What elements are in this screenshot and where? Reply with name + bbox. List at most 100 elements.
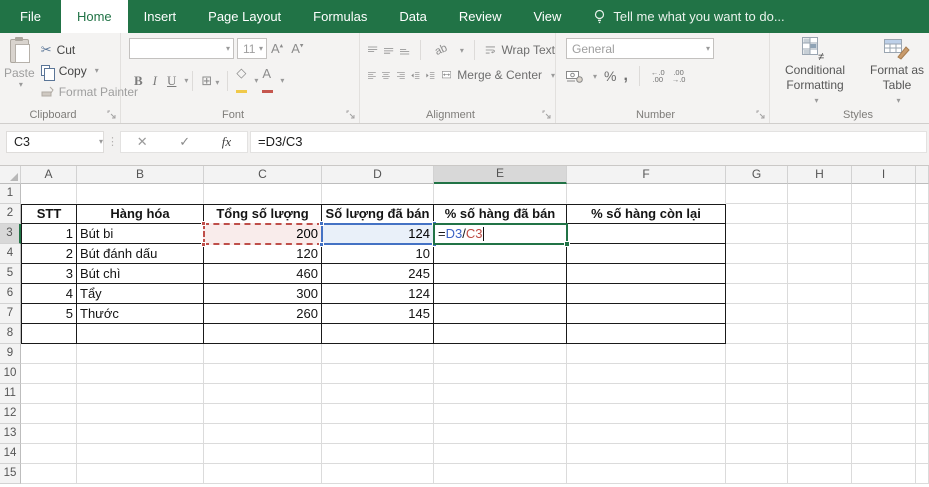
selection-handle[interactable]: [319, 242, 324, 247]
cell-I11[interactable]: [852, 384, 916, 404]
cell-C9[interactable]: [204, 344, 322, 364]
cell-E11[interactable]: [434, 384, 567, 404]
column-header-partial[interactable]: [916, 166, 929, 184]
cell-B8[interactable]: [77, 324, 204, 344]
cell-B9[interactable]: [77, 344, 204, 364]
cell-B13[interactable]: [77, 424, 204, 444]
cell-A10[interactable]: [21, 364, 77, 384]
increase-decimal-button[interactable]: ←.0.00: [651, 69, 665, 83]
cell-F2[interactable]: % số hàng còn lại: [567, 204, 726, 224]
tell-me-box[interactable]: Tell me what you want to do...: [593, 0, 784, 33]
cell-D14[interactable]: [322, 444, 434, 464]
fill-color-button[interactable]: ◇: [232, 65, 251, 96]
cell-H12[interactable]: [788, 404, 852, 424]
increase-indent-icon[interactable]: [426, 70, 435, 81]
cell-F15[interactable]: [567, 464, 726, 484]
cell-I4[interactable]: [852, 244, 916, 264]
cell-C15[interactable]: [204, 464, 322, 484]
cell-I3[interactable]: [852, 224, 916, 244]
cell-D4[interactable]: 10: [322, 244, 434, 264]
row-header-10[interactable]: 10: [0, 364, 21, 384]
cell-H6[interactable]: [788, 284, 852, 304]
cell-G11[interactable]: [726, 384, 788, 404]
cell-D11[interactable]: [322, 384, 434, 404]
cell-F5[interactable]: [567, 264, 726, 284]
cell-G6[interactable]: [726, 284, 788, 304]
cell-E12[interactable]: [434, 404, 567, 424]
cell-B11[interactable]: [77, 384, 204, 404]
column-header-I[interactable]: I: [852, 166, 916, 184]
cell-partial-11[interactable]: [916, 384, 929, 404]
cell-E10[interactable]: [434, 364, 567, 384]
cell-D5[interactable]: 245: [322, 264, 434, 284]
cell-C10[interactable]: [204, 364, 322, 384]
referenced-cell-D3[interactable]: 124: [321, 223, 435, 245]
comma-style-button[interactable]: ,: [623, 72, 627, 80]
selection-handle[interactable]: [201, 242, 206, 247]
cell-F3[interactable]: [567, 224, 726, 244]
cell-F10[interactable]: [567, 364, 726, 384]
decrease-indent-icon[interactable]: [411, 70, 420, 81]
tab-insert[interactable]: Insert: [128, 0, 193, 33]
cell-G4[interactable]: [726, 244, 788, 264]
cell-partial-15[interactable]: [916, 464, 929, 484]
cell-F13[interactable]: [567, 424, 726, 444]
increase-font-size-button[interactable]: A▴: [267, 41, 287, 56]
row-header-14[interactable]: 14: [0, 444, 21, 464]
cell-C12[interactable]: [204, 404, 322, 424]
cell-E15[interactable]: [434, 464, 567, 484]
cell-B7[interactable]: Thước: [77, 304, 204, 324]
tab-page-layout[interactable]: Page Layout: [192, 0, 297, 33]
cell-I10[interactable]: [852, 364, 916, 384]
cell-D10[interactable]: [322, 364, 434, 384]
cell-G14[interactable]: [726, 444, 788, 464]
cell-C2[interactable]: Tổng số lượng: [204, 204, 322, 224]
column-header-E[interactable]: E: [434, 166, 567, 184]
chevron-down-icon[interactable]: ▾: [99, 137, 103, 146]
cell-F1[interactable]: [567, 184, 726, 204]
cell-H13[interactable]: [788, 424, 852, 444]
cell-B3[interactable]: Bút bi: [77, 224, 204, 244]
cell-G15[interactable]: [726, 464, 788, 484]
cell-partial-14[interactable]: [916, 444, 929, 464]
cell-D9[interactable]: [322, 344, 434, 364]
cell-I2[interactable]: [852, 204, 916, 224]
chevron-down-icon[interactable]: ▾: [551, 71, 555, 80]
row-header-2[interactable]: 2: [0, 204, 21, 224]
column-header-F[interactable]: F: [567, 166, 726, 184]
cell-partial-5[interactable]: [916, 264, 929, 284]
cell-B1[interactable]: [77, 184, 204, 204]
bold-button[interactable]: B: [129, 73, 148, 89]
cell-I14[interactable]: [852, 444, 916, 464]
cell-E9[interactable]: [434, 344, 567, 364]
cell-E2[interactable]: % số hàng đã bán: [434, 204, 567, 224]
decrease-font-size-button[interactable]: A▾: [287, 41, 307, 56]
cell-partial-6[interactable]: [916, 284, 929, 304]
cell-D1[interactable]: [322, 184, 434, 204]
cell-H9[interactable]: [788, 344, 852, 364]
cell-H11[interactable]: [788, 384, 852, 404]
cell-G7[interactable]: [726, 304, 788, 324]
cell-C8[interactable]: [204, 324, 322, 344]
orientation-button[interactable]: ab: [429, 40, 452, 59]
cell-A8[interactable]: [21, 324, 77, 344]
cell-D8[interactable]: [322, 324, 434, 344]
formula-bar-separator-dots[interactable]: ⋮: [104, 135, 120, 148]
cell-F7[interactable]: [567, 304, 726, 324]
cell-partial-1[interactable]: [916, 184, 929, 204]
cell-H15[interactable]: [788, 464, 852, 484]
align-left-icon[interactable]: [368, 70, 376, 81]
cell-I1[interactable]: [852, 184, 916, 204]
column-header-A[interactable]: A: [21, 166, 77, 184]
accounting-format-icon[interactable]: [566, 70, 583, 83]
cell-A12[interactable]: [21, 404, 77, 424]
cell-C14[interactable]: [204, 444, 322, 464]
cell-H8[interactable]: [788, 324, 852, 344]
cell-partial-2[interactable]: [916, 204, 929, 224]
referenced-cell-C3[interactable]: 200: [203, 223, 323, 245]
cell-G8[interactable]: [726, 324, 788, 344]
tab-file[interactable]: File: [0, 0, 61, 33]
cell-D7[interactable]: 145: [322, 304, 434, 324]
align-middle-icon[interactable]: [384, 45, 394, 56]
chevron-down-icon[interactable]: ▾: [593, 72, 597, 81]
